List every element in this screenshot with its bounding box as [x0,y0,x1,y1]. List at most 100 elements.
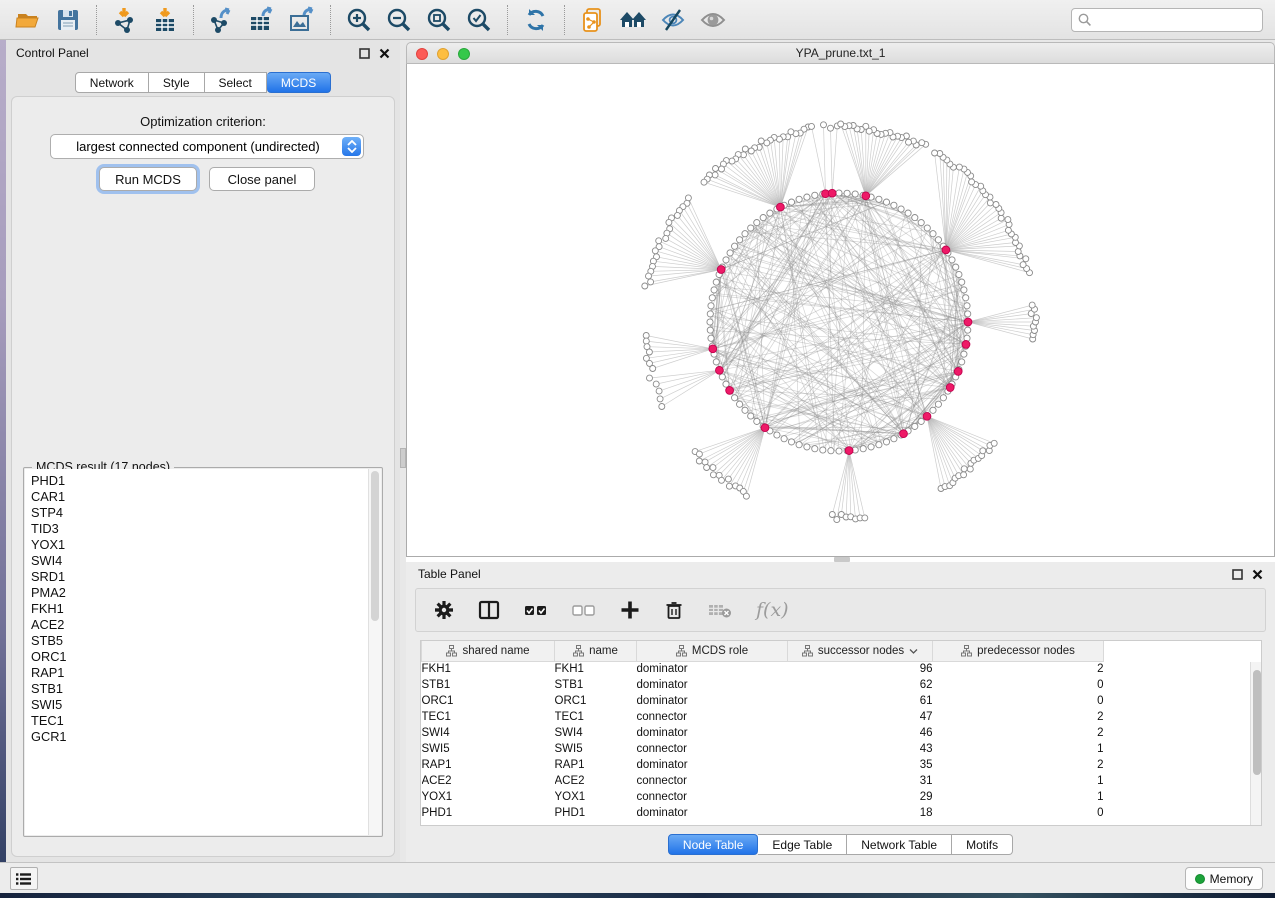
table-row[interactable]: SWI4SWI4dominator462 [422,725,1104,741]
table-cell[interactable]: RAP1 [555,757,637,773]
zoom-in-icon[interactable] [342,5,376,35]
table-cell[interactable]: 46 [788,725,933,741]
double-home-icon[interactable] [616,5,650,35]
mcds-result-item[interactable]: SWI4 [25,553,381,569]
mcds-result-item[interactable]: SRD1 [25,569,381,585]
table-cell[interactable]: STB1 [422,677,555,693]
import-network-icon[interactable] [108,5,142,35]
mcds-result-item[interactable]: TEC1 [25,713,381,729]
column-header-predecessor-nodes[interactable]: predecessor nodes [933,641,1104,661]
column-header-shared-name[interactable]: shared name [422,641,555,661]
memory-button[interactable]: Memory [1185,867,1263,890]
refresh-layout-icon[interactable] [519,5,553,35]
table-row[interactable]: SWI5SWI5connector431 [422,741,1104,757]
mcds-list-scrollbar[interactable] [368,469,381,835]
export-table-icon[interactable] [245,5,279,35]
float-panel-icon[interactable] [1232,569,1243,580]
table-cell[interactable]: dominator [637,677,788,693]
mcds-result-item[interactable]: TID3 [25,521,381,537]
export-network-icon[interactable] [205,5,239,35]
table-scrollbar[interactable] [1250,662,1261,825]
task-history-button[interactable] [10,867,38,890]
mcds-result-item[interactable]: STP4 [25,505,381,521]
table-cell[interactable]: dominator [637,661,788,677]
mcds-result-item[interactable]: STB5 [25,633,381,649]
import-table-icon[interactable] [148,5,182,35]
select-all-icon[interactable] [524,601,548,619]
mcds-result-item[interactable]: STB1 [25,681,381,697]
table-cell[interactable]: 31 [788,773,933,789]
table-cell[interactable]: YOX1 [555,789,637,805]
table-cell[interactable]: SWI4 [422,725,555,741]
mcds-result-item[interactable]: PHD1 [25,469,381,489]
column-header-MCDS-role[interactable]: MCDS role [637,641,788,661]
delete-table-icon[interactable] [708,601,732,619]
search-field[interactable] [1071,8,1263,32]
table-row[interactable]: FKH1FKH1dominator962 [422,661,1104,677]
mcds-result-item[interactable]: ACE2 [25,617,381,633]
close-panel-button[interactable]: Close panel [209,167,315,191]
show-column-icon[interactable] [478,600,500,620]
float-panel-icon[interactable] [359,48,370,59]
table-cell[interactable]: dominator [637,693,788,709]
table-cell[interactable]: dominator [637,757,788,773]
table-cell[interactable]: connector [637,789,788,805]
criterion-dropdown[interactable]: largest connected component (undirected) [50,134,364,159]
mcds-result-item[interactable]: FKH1 [25,601,381,617]
tab-mcds[interactable]: MCDS [267,72,331,93]
table-cell[interactable]: PHD1 [555,805,637,821]
search-input[interactable] [1093,10,1262,30]
table-row[interactable]: YOX1YOX1connector291 [422,789,1104,805]
table-cell[interactable]: connector [637,773,788,789]
table-cell[interactable]: FKH1 [422,661,555,677]
export-image-icon[interactable] [285,5,319,35]
table-cell[interactable]: connector [637,741,788,757]
table-cell[interactable]: 2 [933,725,1104,741]
table-cell[interactable]: dominator [637,725,788,741]
table-cell[interactable]: PHD1 [422,805,555,821]
table-cell[interactable]: 0 [933,677,1104,693]
function-builder-icon[interactable]: f(x) [756,599,789,621]
table-cell[interactable]: SWI4 [555,725,637,741]
mcds-result-item[interactable]: SWI5 [25,697,381,713]
table-cell[interactable]: YOX1 [422,789,555,805]
mcds-result-item[interactable]: CAR1 [25,489,381,505]
table-row[interactable]: STB1STB1dominator620 [422,677,1104,693]
tab-node-table[interactable]: Node Table [668,834,759,855]
table-cell[interactable]: FKH1 [555,661,637,677]
table-row[interactable]: RAP1RAP1dominator352 [422,757,1104,773]
table-cell[interactable]: RAP1 [422,757,555,773]
share-document-icon[interactable] [576,5,610,35]
mcds-result-item[interactable]: GCR1 [25,729,381,745]
table-cell[interactable]: 2 [933,757,1104,773]
column-header-name[interactable]: name [555,641,637,661]
table-cell[interactable]: 18 [788,805,933,821]
table-cell[interactable]: ACE2 [422,773,555,789]
table-cell[interactable]: dominator [637,805,788,821]
table-scroll-thumb[interactable] [1253,670,1261,775]
table-cell[interactable]: 96 [788,661,933,677]
zoom-out-icon[interactable] [382,5,416,35]
table-cell[interactable]: SWI5 [422,741,555,757]
tab-select[interactable]: Select [205,72,267,93]
table-cell[interactable]: 0 [933,805,1104,821]
table-cell[interactable]: ORC1 [555,693,637,709]
mcds-result-item[interactable]: RAP1 [25,665,381,681]
mcds-result-item[interactable]: YOX1 [25,537,381,553]
table-cell[interactable]: TEC1 [555,709,637,725]
tab-network[interactable]: Network [75,72,149,93]
table-cell[interactable]: 0 [933,693,1104,709]
table-row[interactable]: ACE2ACE2connector311 [422,773,1104,789]
column-header-successor-nodes[interactable]: successor nodes [788,641,933,661]
mcds-result-item[interactable]: PMA2 [25,585,381,601]
table-cell[interactable]: 1 [933,789,1104,805]
table-row[interactable]: TEC1TEC1connector472 [422,709,1104,725]
network-canvas[interactable] [406,64,1275,557]
table-cell[interactable]: TEC1 [422,709,555,725]
add-row-icon[interactable] [620,600,640,620]
zoom-fit-icon[interactable] [422,5,456,35]
tab-motifs[interactable]: Motifs [952,834,1013,855]
tab-edge-table[interactable]: Edge Table [758,834,847,855]
table-cell[interactable]: connector [637,709,788,725]
mcds-list-scroll-thumb[interactable] [371,471,379,621]
